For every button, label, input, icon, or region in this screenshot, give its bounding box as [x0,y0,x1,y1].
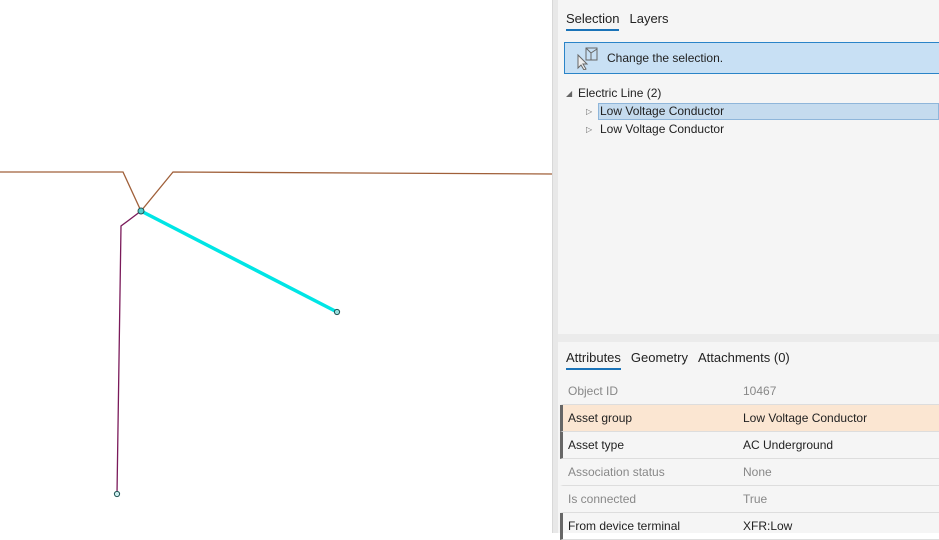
tree-group-label: Electric Line (2) [578,86,662,100]
tree-item-label: Low Voltage Conductor [598,102,939,120]
tree-item[interactable]: ▷ Low Voltage Conductor [558,102,939,120]
collapse-triangle-icon[interactable]: ◢ [566,89,578,98]
map-canvas[interactable] [0,0,553,533]
attributes-pane: Selection Layers Change the selection. ◢… [558,0,939,540]
tab-layers[interactable]: Layers [629,11,668,31]
vertex-marker[interactable] [137,207,145,215]
vertex-marker[interactable] [333,308,341,316]
attribute-row-asset-type[interactable]: Asset type AC Underground [560,432,939,459]
attribute-key: Association status [568,465,665,479]
tree-group-electric-line[interactable]: ◢ Electric Line (2) [558,84,939,102]
vertex-marker[interactable] [113,490,121,498]
tree-item[interactable]: ▷ Low Voltage Conductor [558,120,939,138]
attribute-row-from-device-terminal[interactable]: From device terminal XFR:Low [560,513,939,540]
attribute-value: True [743,492,768,506]
attribute-value: None [743,465,772,479]
attribute-key: From device terminal [568,519,681,533]
purple-line-feature[interactable] [116,210,142,495]
attribute-key: Asset group [568,411,633,425]
change-selection-banner[interactable]: Change the selection. [564,42,939,74]
expand-triangle-icon[interactable]: ▷ [586,125,598,134]
attribute-row-association-status[interactable]: Association status None [560,459,939,486]
select-cursor-icon [577,47,598,70]
tab-selection[interactable]: Selection [566,11,620,31]
attribute-row-asset-group[interactable]: Asset group Low Voltage Conductor [560,405,939,432]
selection-tabs: Selection Layers [566,11,669,31]
expand-triangle-icon[interactable]: ▷ [586,107,598,116]
attribute-key: Asset type [568,438,625,452]
attribute-key: Is connected [568,492,637,506]
attribute-row-is-connected[interactable]: Is connected True [560,486,939,513]
banner-text: Change the selection. [607,51,724,65]
selected-line-feature[interactable] [140,209,338,314]
attribute-value: AC Underground [743,438,834,452]
tab-attributes[interactable]: Attributes [566,350,621,370]
attributes-section: Attributes Geometry Attachments (0) Obje… [558,334,939,540]
map-view[interactable] [0,0,553,533]
attribute-tabs: Attributes Geometry Attachments (0) [566,350,790,370]
attribute-table: Object ID 10467 Asset group Low Voltage Co… [560,378,939,540]
attribute-row-object-id[interactable]: Object ID 10467 [560,378,939,405]
attribute-value: Low Voltage Conductor [743,411,868,425]
tab-geometry[interactable]: Geometry [631,350,688,370]
attribute-value: XFR:Low [743,519,793,533]
selection-tree: ◢ Electric Line (2) ▷ Low Voltage Conduc… [558,84,939,138]
brown-line-feature[interactable] [0,171,553,213]
tab-attachments[interactable]: Attachments (0) [698,350,790,370]
attribute-key: Object ID [568,384,619,398]
attribute-value: 10467 [743,384,777,398]
tree-item-label: Low Voltage Conductor [600,122,725,136]
